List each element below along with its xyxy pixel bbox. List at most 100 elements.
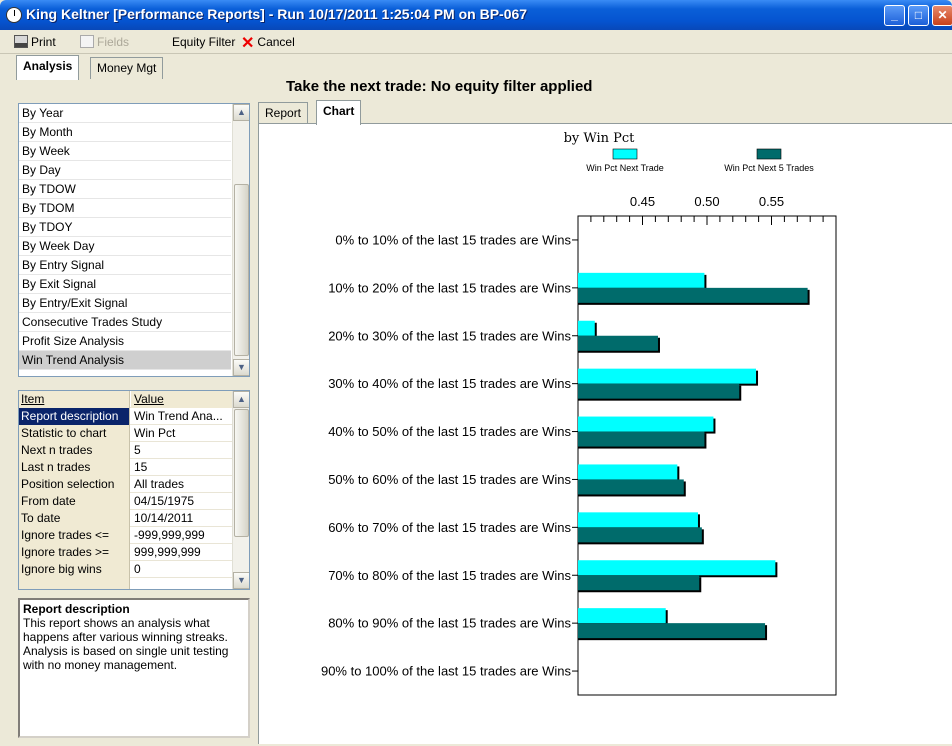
category-label: 50% to 60% of the last 15 trades are Win… [328, 472, 571, 487]
cancel-button[interactable]: ✕ Cancel [241, 34, 295, 52]
print-button[interactable]: Print [14, 34, 56, 50]
category-label: 90% to 100% of the last 15 trades are Wi… [321, 664, 572, 679]
legend-swatch [756, 148, 782, 160]
property-row[interactable]: Report description Win Trend Ana... [19, 408, 249, 425]
property-row[interactable]: Last n trades 15 [19, 459, 249, 476]
scroll-up-arrow-icon[interactable]: ▲ [233, 391, 249, 408]
list-item[interactable]: By TDOM [19, 199, 231, 218]
x-tick-label: 0.50 [694, 194, 719, 209]
bar-next-trade [578, 608, 666, 624]
property-name: Ignore big wins [19, 561, 130, 578]
property-row[interactable]: Ignore trades <= -999,999,999 [19, 527, 249, 544]
property-value[interactable]: All trades [131, 476, 233, 493]
properties-scrollbar[interactable]: ▲ ▼ [232, 391, 249, 589]
report-description-panel: Report description This report shows an … [18, 598, 250, 738]
bar-next-trade [578, 464, 678, 480]
analysis-list-scrollbar[interactable]: ▲ ▼ [232, 104, 249, 376]
list-item[interactable]: By TDOY [19, 218, 231, 237]
list-item[interactable]: By Week Day [19, 237, 231, 256]
property-row[interactable]: From date 04/15/1975 [19, 493, 249, 510]
printer-icon [14, 35, 28, 48]
close-button[interactable]: ✕ [932, 5, 952, 26]
equity-filter-label: Equity Filter [172, 35, 236, 49]
list-item[interactable]: By TDOW [19, 180, 231, 199]
list-item[interactable]: By Month [19, 123, 231, 142]
list-item-selected[interactable]: Win Trend Analysis [19, 351, 231, 370]
property-row[interactable] [19, 578, 249, 589]
app-clock-icon[interactable] [6, 7, 22, 23]
bar-next-trade [578, 416, 714, 432]
scroll-down-arrow-icon[interactable]: ▼ [233, 572, 249, 589]
list-item[interactable]: By Exit Signal [19, 275, 231, 294]
fields-button[interactable]: Fields [80, 34, 129, 50]
category-label: 0% to 10% of the last 15 trades are Wins [335, 232, 571, 247]
legend-label: Win Pct Next 5 Trades [724, 163, 814, 173]
list-item[interactable]: By Day [19, 161, 231, 180]
toolbar: Print Fields Equity Filter ✕ Cancel [0, 30, 952, 54]
legend-label: Win Pct Next Trade [586, 163, 664, 173]
category-label: 20% to 30% of the last 15 trades are Win… [328, 328, 571, 343]
minimize-button[interactable]: _ [884, 5, 905, 26]
scroll-thumb[interactable] [234, 184, 249, 356]
bar-next-trade [578, 512, 698, 528]
list-item[interactable]: Consecutive Trades Study [19, 313, 231, 332]
list-item[interactable]: By Week [19, 142, 231, 161]
category-label: 60% to 70% of the last 15 trades are Win… [328, 520, 571, 535]
properties-grid[interactable]: Item Value Report description Win Trend … [18, 390, 250, 590]
bar-next-5-trades [578, 383, 740, 399]
property-value[interactable]: Win Pct [131, 425, 233, 442]
property-name: Last n trades [19, 459, 130, 476]
property-value[interactable]: -999,999,999 [131, 527, 233, 544]
bar-next-5-trades [578, 479, 684, 495]
legend-swatch [612, 148, 638, 160]
x-tick-label: 0.55 [759, 194, 784, 209]
scroll-down-arrow-icon[interactable]: ▼ [233, 359, 249, 376]
bar-next-5-trades [578, 431, 705, 447]
property-value[interactable] [131, 578, 233, 589]
property-row[interactable]: Next n trades 5 [19, 442, 249, 459]
tab-analysis[interactable]: Analysis [16, 55, 80, 80]
analysis-listbox[interactable]: By Year By Month By Week By Day By TDOW … [18, 103, 250, 377]
bar-next-trade [578, 320, 595, 336]
tab-chart[interactable]: Chart [316, 100, 362, 125]
category-label: 10% to 20% of the last 15 trades are Win… [328, 280, 571, 295]
list-item[interactable]: Profit Size Analysis [19, 332, 231, 351]
property-row[interactable]: To date 10/14/2011 [19, 510, 249, 527]
property-row[interactable]: Ignore big wins 0 [19, 561, 249, 578]
property-row[interactable]: Statistic to chart Win Pct [19, 425, 249, 442]
fields-icon [80, 35, 94, 48]
property-name: To date [19, 510, 130, 527]
property-name: Ignore trades <= [19, 527, 130, 544]
print-label: Print [31, 35, 56, 49]
property-value[interactable]: 04/15/1975 [131, 493, 233, 510]
property-value[interactable]: 999,999,999 [131, 544, 233, 561]
property-row[interactable]: Ignore trades >= 999,999,999 [19, 544, 249, 561]
list-item[interactable]: By Entry/Exit Signal [19, 294, 231, 313]
equity-filter-button[interactable]: Equity Filter [172, 34, 235, 50]
property-value[interactable]: 15 [131, 459, 233, 476]
description-body: This report shows an analysis what happe… [23, 616, 229, 672]
bar-next-5-trades [578, 575, 700, 591]
bar-next-5-trades [578, 623, 766, 639]
list-item[interactable]: By Year [19, 104, 231, 123]
property-name: From date [19, 493, 130, 510]
property-value[interactable]: 0 [131, 561, 233, 578]
scroll-thumb[interactable] [234, 409, 249, 537]
bar-next-trade [578, 560, 776, 576]
property-value[interactable]: Win Trend Ana... [131, 408, 233, 425]
bar-next-5-trades [578, 527, 702, 543]
cancel-x-icon: ✕ [241, 35, 255, 52]
tab-money-mgt[interactable]: Money Mgt [90, 57, 164, 79]
tab-report[interactable]: Report [258, 102, 309, 124]
maximize-button[interactable]: □ [908, 5, 929, 26]
list-item[interactable]: By Entry Signal [19, 256, 231, 275]
property-name: Statistic to chart [19, 425, 130, 442]
property-row[interactable]: Position selection All trades [19, 476, 249, 493]
cancel-label: Cancel [257, 35, 295, 49]
scroll-up-arrow-icon[interactable]: ▲ [233, 104, 249, 121]
title-bar: King Keltner [Performance Reports] - Run… [0, 0, 952, 30]
property-name: Ignore trades >= [19, 544, 130, 561]
property-value[interactable]: 5 [131, 442, 233, 459]
property-value[interactable]: 10/14/2011 [131, 510, 233, 527]
category-label: 80% to 90% of the last 15 trades are Win… [328, 616, 571, 631]
